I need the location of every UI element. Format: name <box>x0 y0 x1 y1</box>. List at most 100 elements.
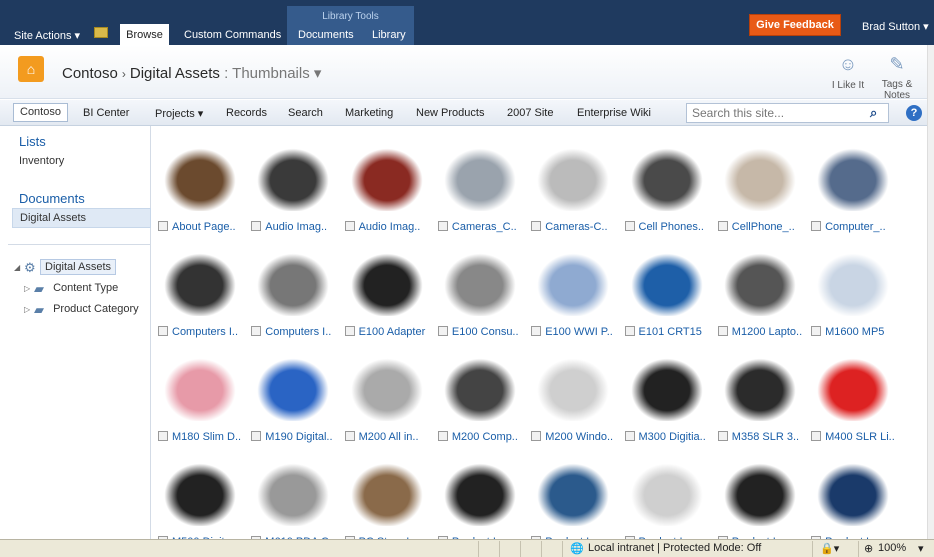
asset-name[interactable]: Computers I.. <box>172 326 238 338</box>
asset-name[interactable]: M400 SLR Li.. <box>825 431 895 443</box>
asset-image[interactable] <box>531 143 616 211</box>
zoom-dropdown-icon[interactable]: ▾ <box>918 542 924 555</box>
asset-name[interactable]: M190 Digital.. <box>265 431 332 443</box>
asset-name[interactable]: M1200 Lapto.. <box>732 326 802 338</box>
asset-name[interactable]: Cell Phones.. <box>639 221 704 233</box>
asset-name[interactable]: E101 CRT15 <box>639 326 702 338</box>
nav-item-bi-center[interactable]: BI Center <box>83 107 129 119</box>
breadcrumb-site[interactable]: Contoso <box>62 65 118 82</box>
asset-caption[interactable]: Audio Imag.. <box>251 221 343 233</box>
zoom-icon[interactable]: ⊕ <box>864 542 873 555</box>
asset-checkbox[interactable] <box>437 431 448 441</box>
asset-checkbox[interactable] <box>811 431 822 441</box>
asset-image[interactable] <box>717 248 802 316</box>
nav-item-projects[interactable]: Projects ▾ <box>155 107 203 120</box>
asset-image[interactable] <box>344 143 429 211</box>
asset-image[interactable] <box>624 353 709 421</box>
asset-name[interactable]: Cameras-C.. <box>545 221 607 233</box>
asset-image[interactable] <box>624 143 709 211</box>
asset-name[interactable]: Audio Imag.. <box>359 221 421 233</box>
tab-documents[interactable]: Documents <box>298 29 354 41</box>
view-selector[interactable]: Thumbnails ▾ <box>232 65 321 82</box>
asset-caption[interactable]: M190 Digital.. <box>251 431 343 443</box>
tree-node-root[interactable]: ◢ ⚙ Digital Assets <box>14 259 117 275</box>
asset-name[interactable]: E100 Adapter <box>359 326 426 338</box>
asset-checkbox[interactable] <box>437 221 448 231</box>
asset-checkbox[interactable] <box>717 221 728 231</box>
asset-checkbox[interactable] <box>811 221 822 231</box>
asset-image[interactable] <box>344 353 429 421</box>
asset-name[interactable]: Computer_.. <box>825 221 886 233</box>
nav-item-2007-site[interactable]: 2007 Site <box>507 107 553 119</box>
protected-mode-icon[interactable]: 🔒▾ <box>820 542 839 555</box>
asset-image[interactable] <box>251 143 336 211</box>
asset-image[interactable] <box>811 248 896 316</box>
asset-image[interactable] <box>437 458 522 526</box>
asset-image[interactable] <box>158 143 242 211</box>
tree-node-content-type[interactable]: ▷ ▰ Content Type <box>24 281 118 296</box>
asset-caption[interactable]: M180 Slim D.. <box>158 431 250 443</box>
asset-image[interactable] <box>531 458 616 526</box>
asset-caption[interactable]: About Page.. <box>158 221 250 233</box>
asset-image[interactable] <box>437 248 522 316</box>
asset-name[interactable]: Audio Imag.. <box>265 221 327 233</box>
asset-image[interactable] <box>811 458 896 526</box>
asset-name[interactable]: About Page.. <box>172 221 236 233</box>
asset-image[interactable] <box>717 458 802 526</box>
asset-caption[interactable]: E100 WWI P.. <box>531 326 623 338</box>
asset-image[interactable] <box>531 353 616 421</box>
nav-item-new-products[interactable]: New Products <box>416 107 484 119</box>
asset-image[interactable] <box>437 353 522 421</box>
asset-image[interactable] <box>158 248 242 316</box>
asset-caption[interactable]: M300 Digitia.. <box>624 431 717 443</box>
asset-name[interactable]: E100 WWI P.. <box>545 326 613 338</box>
asset-name[interactable]: M358 SLR 3.. <box>732 431 799 443</box>
asset-caption[interactable]: Audio Imag.. <box>344 221 437 233</box>
asset-checkbox[interactable] <box>158 326 168 336</box>
asset-checkbox[interactable] <box>251 326 262 336</box>
asset-caption[interactable]: Computer_.. <box>811 221 903 233</box>
asset-image[interactable] <box>344 458 429 526</box>
asset-name[interactable]: E100 Consu.. <box>452 326 519 338</box>
asset-checkbox[interactable] <box>624 326 635 336</box>
search-icon[interactable]: ⌕ <box>870 105 886 121</box>
nav-item-records[interactable]: Records <box>226 107 267 119</box>
zoom-level[interactable]: 100% <box>878 542 906 554</box>
asset-checkbox[interactable] <box>531 431 542 441</box>
asset-caption[interactable]: E101 CRT15 <box>624 326 717 338</box>
asset-image[interactable] <box>811 353 896 421</box>
asset-image[interactable] <box>811 143 896 211</box>
asset-caption[interactable]: Cameras_C.. <box>437 221 530 233</box>
tags-notes-icon[interactable]: ✎ <box>885 54 909 76</box>
asset-image[interactable] <box>717 143 802 211</box>
site-actions-menu[interactable]: Site Actions ▾ <box>14 29 80 42</box>
asset-image[interactable] <box>531 248 616 316</box>
like-it-label[interactable]: I Like It <box>826 80 870 91</box>
asset-image[interactable] <box>437 143 522 211</box>
asset-checkbox[interactable] <box>437 326 448 336</box>
asset-image[interactable] <box>251 458 336 526</box>
tab-browse[interactable]: Browse <box>120 24 169 45</box>
asset-checkbox[interactable] <box>624 431 635 441</box>
inventory-link[interactable]: Inventory <box>19 155 64 167</box>
asset-checkbox[interactable] <box>624 221 635 231</box>
asset-caption[interactable]: M1600 MP5 <box>811 326 903 338</box>
asset-caption[interactable]: Computers I.. <box>251 326 343 338</box>
asset-caption[interactable]: M200 Comp.. <box>437 431 530 443</box>
asset-name[interactable]: Cameras_C.. <box>452 221 517 233</box>
search-input[interactable]: Search this site... <box>686 103 889 123</box>
asset-checkbox[interactable] <box>158 221 168 231</box>
asset-caption[interactable]: M400 SLR Li.. <box>811 431 903 443</box>
asset-name[interactable]: M300 Digitia.. <box>639 431 706 443</box>
asset-image[interactable] <box>344 248 429 316</box>
asset-checkbox[interactable] <box>344 326 355 336</box>
digital-assets-link[interactable]: Digital Assets <box>12 208 151 228</box>
asset-caption[interactable]: CellPhone_.. <box>717 221 810 233</box>
asset-caption[interactable]: Cameras-C.. <box>531 221 623 233</box>
asset-checkbox[interactable] <box>531 221 542 231</box>
asset-caption[interactable]: E100 Consu.. <box>437 326 530 338</box>
asset-image[interactable] <box>158 353 242 421</box>
nav-item-search[interactable]: Search <box>288 107 323 119</box>
asset-caption[interactable]: M200 All in.. <box>344 431 437 443</box>
asset-name[interactable]: M200 Comp.. <box>452 431 518 443</box>
